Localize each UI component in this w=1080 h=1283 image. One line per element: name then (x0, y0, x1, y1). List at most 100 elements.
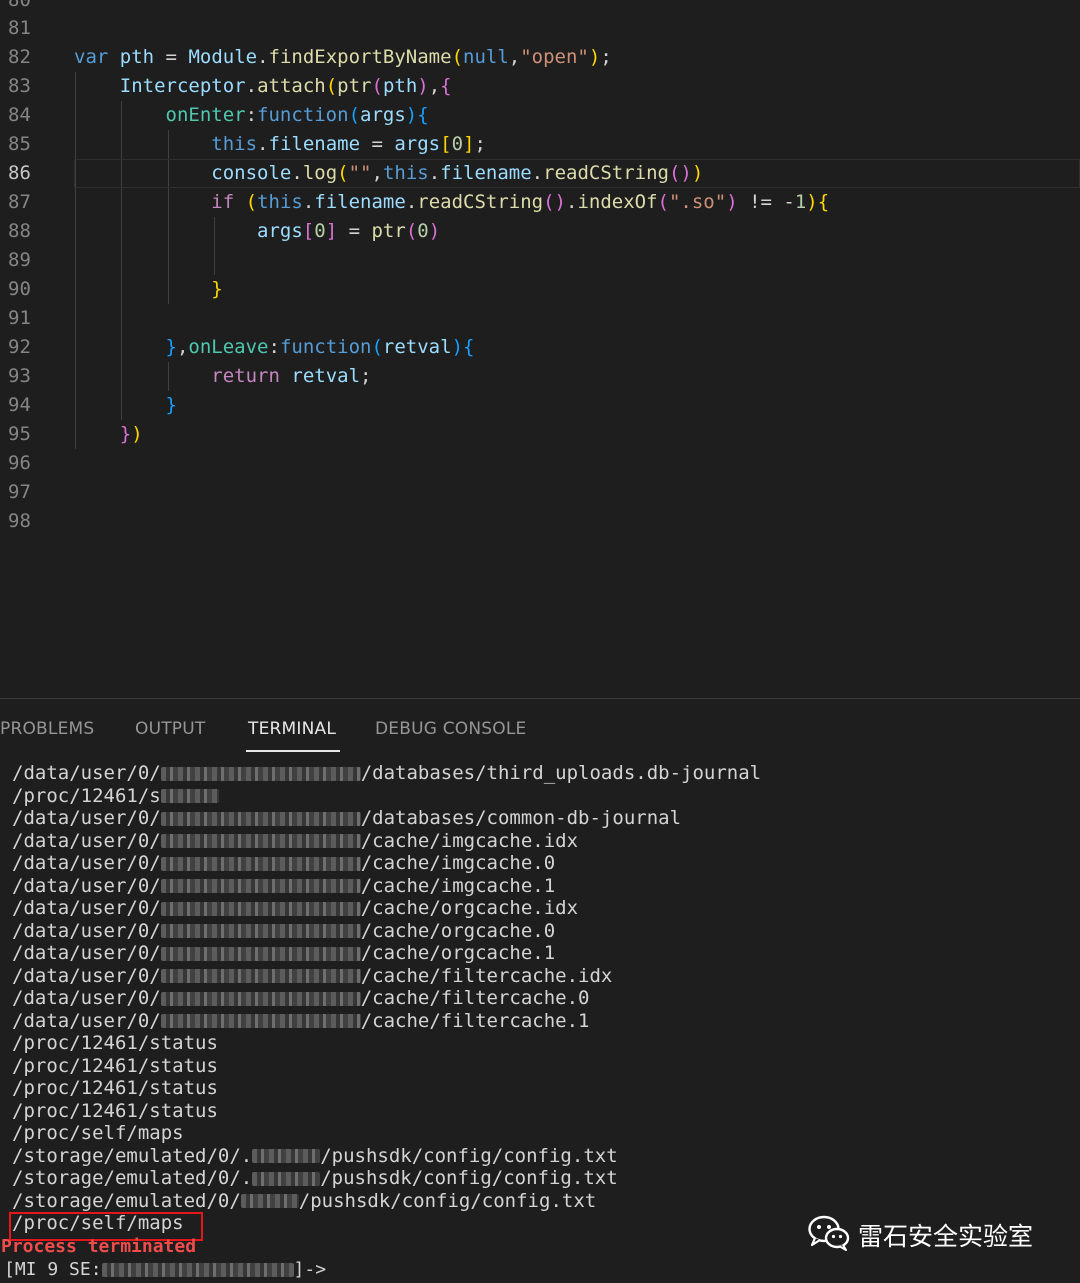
code-text: var pth = Module.findExportByName(null,"… (74, 46, 612, 68)
code-text: onEnter:function(args){ (165, 104, 429, 126)
code-text: } (165, 394, 177, 416)
terminal-line: /data/user/0//cache/orgcache.1 (12, 942, 556, 964)
code-line: 88 args[0] = ptr(0) (0, 217, 1080, 246)
terminal-line: /proc/self/maps (12, 1122, 184, 1144)
terminal-line: /storage/emulated/0/./pushsdk/config/con… (12, 1144, 618, 1167)
code-text: console.log("",this.filename.readCString… (211, 162, 704, 184)
line-number: 85 (8, 133, 31, 155)
code-line: 93 return retval; (0, 362, 1080, 391)
terminal-line: /proc/12461/status (12, 1099, 218, 1122)
terminal-line: /data/user/0//cache/orgcache.idx (12, 897, 579, 919)
watermark: 雷石安全实验室 (808, 1215, 1033, 1255)
tab-output[interactable]: OUTPUT (135, 719, 206, 739)
redacted-text (160, 991, 361, 1006)
redacted-text (252, 1171, 321, 1186)
code-line: 87 if (this.filename.readCString().index… (0, 188, 1080, 217)
code-line-current: 86 console.log("",this.filename.readCStr… (0, 159, 1080, 188)
line-number: 83 (8, 75, 31, 97)
line-number: 95 (8, 423, 31, 445)
code-line: 84 onEnter:function(args){ (0, 101, 1080, 130)
redacted-text (160, 789, 219, 803)
panel-divider[interactable] (0, 698, 1080, 699)
code-text: args[0] = ptr(0) (257, 220, 441, 242)
code-text: return retval; (211, 365, 372, 387)
line-number: 96 (8, 452, 31, 474)
code-text: } (211, 278, 223, 300)
code-line: 97 (0, 478, 1080, 507)
tab-terminal[interactable]: TERMINAL (248, 719, 336, 739)
active-tab-indicator (246, 750, 340, 752)
terminal-line: /data/user/0//cache/filtercache.idx (12, 964, 613, 987)
code-editor[interactable]: 80 81 82 var pth = Module.findExportByNa… (0, 0, 1080, 698)
line-number: 94 (8, 394, 31, 416)
code-text: this.filename = args[0]; (211, 133, 486, 155)
terminal-line: /storage/emulated/0//pushsdk/config/conf… (12, 1189, 597, 1212)
panel-tabs: PROBLEMS OUTPUT TERMINAL DEBUG CONSOLE (0, 705, 1080, 753)
code-line: 92 },onLeave:function(retval){ (0, 333, 1080, 362)
line-number: 88 (8, 220, 31, 242)
terminal-line: /proc/12461/status (12, 1054, 218, 1077)
code-line: 81 (0, 14, 1080, 43)
line-number: 90 (8, 278, 31, 300)
line-number: 98 (8, 510, 31, 532)
terminal-output[interactable]: /data/user/0//databases/third_uploads.db… (0, 762, 1080, 1283)
wechat-icon (808, 1215, 850, 1255)
redacted-text (160, 811, 361, 826)
redacted-text (160, 856, 361, 871)
line-number: 93 (8, 365, 31, 387)
redacted-text (160, 969, 361, 983)
code-line: 82 var pth = Module.findExportByName(nul… (0, 43, 1080, 72)
terminal-line: /storage/emulated/0/./pushsdk/config/con… (12, 1167, 618, 1189)
redacted-text (160, 834, 361, 848)
code-line: 94 } (0, 391, 1080, 420)
redacted-text (160, 1014, 361, 1028)
line-number: 92 (8, 336, 31, 358)
code-line: 83 Interceptor.attach(ptr(pth),{ (0, 72, 1080, 101)
terminal-line: /data/user/0//cache/imgcache.idx (12, 829, 579, 852)
terminal-line: /data/user/0//cache/filtercache.1 (12, 1009, 590, 1032)
terminal-line: /data/user/0//databases/common-db-journa… (12, 807, 682, 829)
terminal-line: /proc/12461/s (12, 785, 219, 808)
code-line: 96 (0, 449, 1080, 478)
code-text: Interceptor.attach(ptr(pth),{ (119, 75, 452, 97)
code-line: 91 (0, 304, 1080, 333)
tab-debug-console[interactable]: DEBUG CONSOLE (375, 719, 526, 739)
redacted-text (101, 1263, 294, 1277)
line-number: 89 (8, 249, 31, 271)
terminal-line: /data/user/0//cache/filtercache.0 (12, 987, 590, 1009)
redacted-text (240, 1194, 299, 1208)
code-line: 90 } (0, 275, 1080, 304)
code-text: if (this.filename.readCString().indexOf(… (211, 191, 830, 213)
terminal-prompt[interactable]: [MI 9 SE:]-> (4, 1259, 326, 1281)
line-number: 86 (8, 162, 31, 184)
redacted-text (160, 924, 361, 938)
tab-problems[interactable]: PROBLEMS (0, 719, 94, 739)
terminal-line: /data/user/0//databases/third_uploads.db… (12, 762, 762, 784)
process-terminated-message: Process terminated (1, 1236, 197, 1257)
terminal-line: /data/user/0//cache/orgcache.0 (12, 919, 556, 942)
terminal-line: /data/user/0//cache/imgcache.0 (12, 852, 556, 874)
terminal-line: /proc/12461/status (12, 1077, 218, 1099)
redacted-text (160, 879, 361, 893)
code-text: }) (119, 423, 143, 445)
terminal-line: /proc/12461/status (12, 1032, 218, 1054)
redacted-text (160, 901, 361, 916)
line-number: 91 (8, 307, 31, 329)
redacted-text (252, 1149, 321, 1163)
line-number: 97 (8, 481, 31, 503)
code-line: 80 (0, 0, 1080, 15)
code-text: },onLeave:function(retval){ (165, 336, 475, 358)
line-number: 84 (8, 104, 31, 126)
line-number: 82 (8, 46, 31, 68)
code-line: 89 (0, 246, 1080, 275)
line-number: 80 (8, 0, 31, 11)
code-line: 95 }) (0, 420, 1080, 449)
redacted-text (160, 946, 361, 961)
watermark-text: 雷石安全实验室 (858, 1222, 1034, 1251)
line-number: 81 (8, 17, 31, 39)
terminal-line: /data/user/0//cache/imgcache.1 (12, 874, 556, 897)
code-line: 85 this.filename = args[0]; (0, 130, 1080, 159)
code-line: 98 (0, 507, 1080, 536)
redacted-text (160, 766, 361, 781)
line-number: 87 (8, 191, 31, 213)
